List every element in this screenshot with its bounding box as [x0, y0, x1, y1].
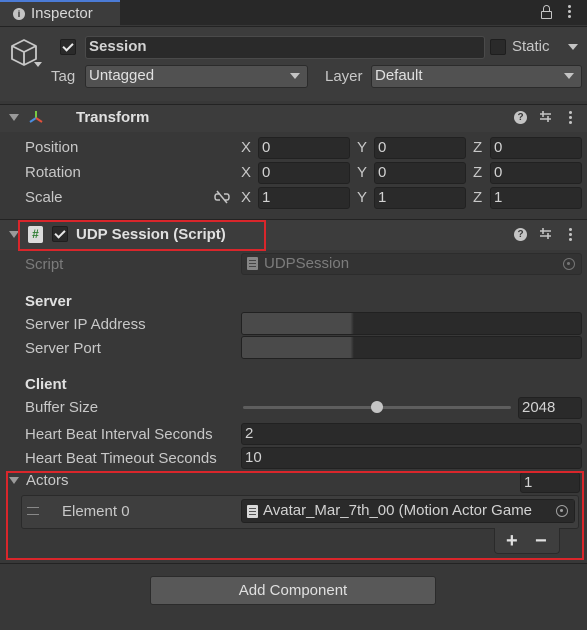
layer-label: Layer: [325, 68, 363, 85]
axis-y-label[interactable]: Y: [357, 164, 367, 181]
axis-z-label[interactable]: Z: [473, 189, 482, 206]
position-x-field[interactable]: 0: [258, 137, 350, 159]
transform-menu-icon[interactable]: [569, 111, 573, 126]
scale-x-field[interactable]: 1: [258, 187, 350, 209]
static-checkbox[interactable]: [490, 39, 506, 55]
constrain-proportions-icon[interactable]: [214, 190, 230, 204]
rotation-z-field[interactable]: 0: [490, 162, 582, 184]
preset-icon[interactable]: [539, 110, 552, 123]
axis-x-label[interactable]: X: [241, 139, 251, 156]
info-icon: i: [13, 8, 25, 20]
static-label: Static: [512, 38, 550, 55]
tag-dropdown[interactable]: Untagged: [85, 65, 308, 88]
preset-icon[interactable]: [539, 227, 552, 240]
layer-dropdown[interactable]: Default: [371, 65, 582, 88]
lock-icon[interactable]: [541, 5, 553, 20]
axis-y-label[interactable]: Y: [357, 189, 367, 206]
position-z-field[interactable]: 0: [490, 137, 582, 159]
position-y-field[interactable]: 0: [374, 137, 466, 159]
tab-inspector[interactable]: i Inspector: [0, 0, 120, 26]
help-icon[interactable]: ?: [514, 111, 527, 124]
heartbeat-interval-label: Heart Beat Interval Seconds: [25, 426, 213, 443]
axis-z-label[interactable]: Z: [473, 139, 482, 156]
script-field: UDPSession: [241, 253, 582, 275]
udp-menu-icon[interactable]: [569, 228, 573, 243]
buffer-size-field[interactable]: 2048: [518, 397, 582, 419]
actors-highlight: [6, 471, 584, 560]
position-label: Position: [25, 139, 79, 156]
add-component-button[interactable]: Add Component: [150, 576, 436, 605]
object-picker-icon[interactable]: [563, 258, 575, 270]
tag-label: Tag: [51, 68, 76, 85]
buffer-size-slider-thumb[interactable]: [371, 401, 383, 413]
server-port-label: Server Port: [25, 340, 101, 357]
chevron-down-icon[interactable]: [34, 62, 42, 67]
axis-x-label[interactable]: X: [241, 164, 251, 181]
buffer-size-slider-track[interactable]: [243, 401, 511, 413]
axis-x-label[interactable]: X: [241, 189, 251, 206]
add-component-label: Add Component: [238, 582, 348, 599]
script-file-icon: [247, 257, 258, 270]
script-value: UDPSession: [264, 255, 350, 272]
active-checkbox[interactable]: [60, 39, 76, 55]
heartbeat-timeout-label: Heart Beat Timeout Seconds: [25, 450, 217, 467]
server-port-field[interactable]: [241, 336, 582, 359]
transform-title: Transform: [76, 109, 150, 126]
transform-icon: [27, 108, 45, 126]
scale-label: Scale: [25, 189, 63, 206]
client-header: Client: [25, 376, 67, 393]
scale-y-field[interactable]: 1: [374, 187, 466, 209]
axis-z-label[interactable]: Z: [473, 164, 482, 181]
heartbeat-timeout-field[interactable]: 10: [241, 447, 582, 469]
rotation-y-field[interactable]: 0: [374, 162, 466, 184]
help-icon[interactable]: ?: [514, 228, 527, 241]
heartbeat-interval-field[interactable]: 2: [241, 423, 582, 445]
rotation-label: Rotation: [25, 164, 81, 181]
server-ip-field[interactable]: [241, 312, 582, 335]
scale-z-field[interactable]: 1: [490, 187, 582, 209]
rotation-x-field[interactable]: 0: [258, 162, 350, 184]
static-dropdown-icon[interactable]: [568, 44, 578, 50]
transform-foldout-icon[interactable]: [9, 114, 19, 121]
script-label: Script: [25, 256, 64, 273]
object-name-field[interactable]: Session: [85, 36, 485, 59]
tab-title: Inspector: [31, 5, 93, 22]
udp-header-highlight: [18, 220, 266, 251]
layer-value: Default: [375, 67, 423, 84]
server-ip-label: Server IP Address: [25, 316, 146, 333]
more-options-icon[interactable]: [568, 5, 572, 20]
buffer-size-label: Buffer Size: [25, 399, 99, 416]
section-divider: [0, 563, 587, 564]
axis-y-label[interactable]: Y: [357, 139, 367, 156]
server-header: Server: [25, 293, 72, 310]
tag-value: Untagged: [89, 67, 155, 84]
